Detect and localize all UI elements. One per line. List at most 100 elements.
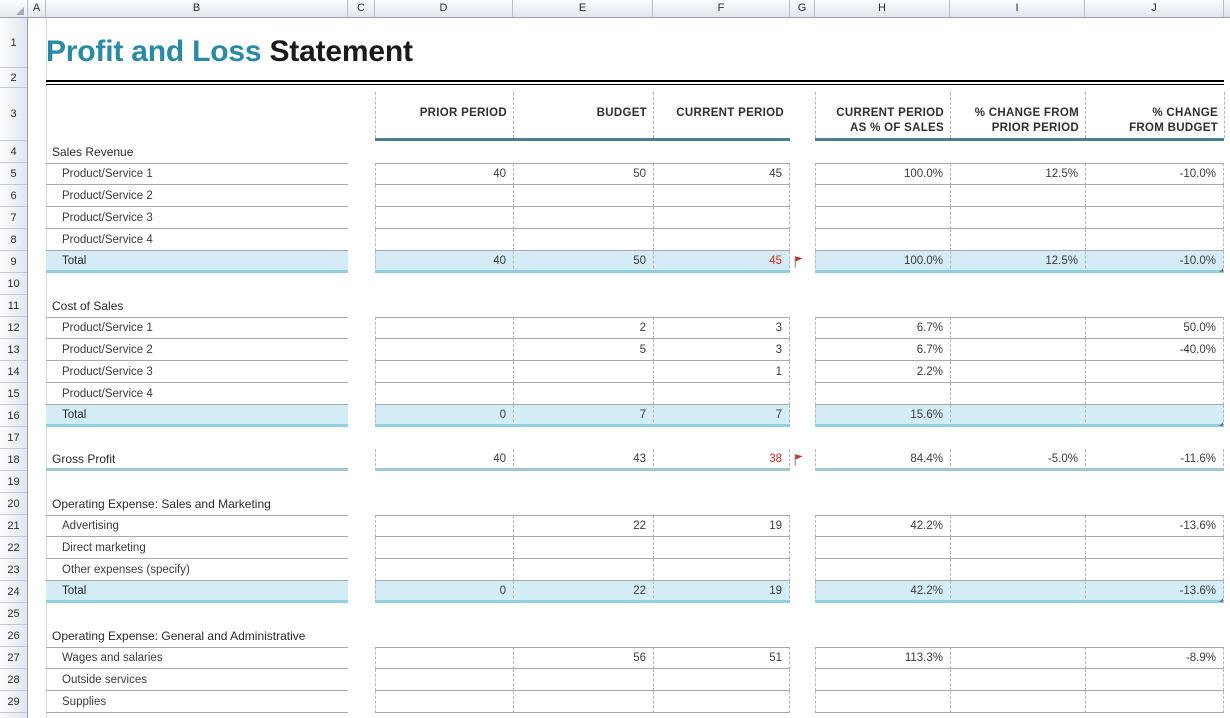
- row-header-14[interactable]: 14: [0, 361, 27, 383]
- total-prior-0[interactable]: 40: [375, 251, 513, 273]
- row-header-15[interactable]: 15: [0, 383, 27, 405]
- cell-chg_budget-2-1[interactable]: [1085, 537, 1224, 559]
- total-pct_sales-1[interactable]: 15.6%: [815, 405, 950, 427]
- row-header-11[interactable]: 11: [0, 295, 27, 317]
- cell-budget-1-3[interactable]: [513, 383, 653, 405]
- row-header-29[interactable]: 29: [0, 691, 27, 713]
- cell-prior-2-0[interactable]: [375, 515, 513, 537]
- cell-chg_prior-1-2[interactable]: [950, 361, 1085, 383]
- cell-budget-0-2[interactable]: [513, 207, 653, 229]
- cell-chg_budget-3-2[interactable]: [1085, 691, 1224, 713]
- cell-prior-1-3[interactable]: [375, 383, 513, 405]
- cell-chg_prior-0-2[interactable]: [950, 207, 1085, 229]
- cell-chg_prior-0-3[interactable]: [950, 229, 1085, 251]
- total-prior-1[interactable]: 0: [375, 405, 513, 427]
- cell-current-0-1[interactable]: [653, 185, 790, 207]
- total-label-0[interactable]: Total: [46, 251, 348, 273]
- cell-current-2-1[interactable]: [653, 537, 790, 559]
- cell-pct_sales-1-0[interactable]: 6.7%: [815, 317, 950, 339]
- cell-budget-2-1[interactable]: [513, 537, 653, 559]
- cell-chg_prior-3-0[interactable]: [950, 647, 1085, 669]
- cell-prior-3-0[interactable]: [375, 647, 513, 669]
- cell-current-1-0[interactable]: 3: [653, 317, 790, 339]
- row-header-17[interactable]: 17: [0, 427, 27, 449]
- cell-chg_budget-2-2[interactable]: [1085, 559, 1224, 581]
- cell-pct_sales-1-1[interactable]: 6.7%: [815, 339, 950, 361]
- row-header-4[interactable]: 4: [0, 141, 27, 163]
- row-header-3[interactable]: 3: [0, 88, 27, 141]
- total-label-2[interactable]: Total: [46, 581, 348, 603]
- cell-prior-1-1[interactable]: [375, 339, 513, 361]
- row-label-3-2[interactable]: Supplies: [46, 691, 348, 713]
- row-header-23[interactable]: 23: [0, 559, 27, 581]
- cell-budget-0-0[interactable]: 50: [513, 163, 653, 185]
- cell-current-1-1[interactable]: 3: [653, 339, 790, 361]
- cell-chg_budget-1-3[interactable]: [1085, 383, 1224, 405]
- cell-chg_budget-0-0[interactable]: -10.0%: [1085, 163, 1224, 185]
- cell-budget-3-0[interactable]: 56: [513, 647, 653, 669]
- row-label-1-0[interactable]: Product/Service 1: [46, 317, 348, 339]
- row-label-1-2[interactable]: Product/Service 3: [46, 361, 348, 383]
- total-chg_prior-1[interactable]: [950, 405, 1085, 427]
- row-header-22[interactable]: 22: [0, 537, 27, 559]
- cell-chg_budget-2-0[interactable]: -13.6%: [1085, 515, 1224, 537]
- cell-chg_prior-1-0[interactable]: [950, 317, 1085, 339]
- cell-chg_budget-3-0[interactable]: -8.9%: [1085, 647, 1224, 669]
- cell-chg_prior-1-3[interactable]: [950, 383, 1085, 405]
- cell-prior-0-2[interactable]: [375, 207, 513, 229]
- cell-chg_budget-0-3[interactable]: [1085, 229, 1224, 251]
- cell-budget-3-1[interactable]: [513, 669, 653, 691]
- cell-pct_sales-0-1[interactable]: [815, 185, 950, 207]
- total-current-0[interactable]: 45: [653, 251, 790, 273]
- gross-profit-current[interactable]: 38: [653, 449, 790, 471]
- column-header-c[interactable]: C: [348, 0, 375, 17]
- total-chg_prior-0[interactable]: 12.5%: [950, 251, 1085, 273]
- cell-pct_sales-0-0[interactable]: 100.0%: [815, 163, 950, 185]
- row-label-2-1[interactable]: Direct marketing: [46, 537, 348, 559]
- cell-prior-0-3[interactable]: [375, 229, 513, 251]
- gross-profit-pct_sales[interactable]: 84.4%: [815, 449, 950, 471]
- cell-chg_prior-3-1[interactable]: [950, 669, 1085, 691]
- cell-current-2-0[interactable]: 19: [653, 515, 790, 537]
- row-header-13[interactable]: 13: [0, 339, 27, 361]
- row-header-21[interactable]: 21: [0, 515, 27, 537]
- cell-prior-0-1[interactable]: [375, 185, 513, 207]
- cell-chg_budget-1-0[interactable]: 50.0%: [1085, 317, 1224, 339]
- cell-current-3-1[interactable]: [653, 669, 790, 691]
- cell-prior-2-1[interactable]: [375, 537, 513, 559]
- cell-prior-3-2[interactable]: [375, 691, 513, 713]
- cell-pct_sales-3-2[interactable]: [815, 691, 950, 713]
- cell-chg_budget-1-2[interactable]: [1085, 361, 1224, 383]
- cell-pct_sales-0-3[interactable]: [815, 229, 950, 251]
- total-chg_prior-2[interactable]: [950, 581, 1085, 603]
- column-header-e[interactable]: E: [513, 0, 653, 17]
- cell-current-3-0[interactable]: 51: [653, 647, 790, 669]
- row-header-7[interactable]: 7: [0, 207, 27, 229]
- cell-pct_sales-0-2[interactable]: [815, 207, 950, 229]
- row-header-2[interactable]: 2: [0, 68, 27, 88]
- column-header-d[interactable]: D: [375, 0, 513, 17]
- comment-flag-0[interactable]: [792, 255, 806, 269]
- cell-current-1-2[interactable]: 1: [653, 361, 790, 383]
- cell-chg_budget-3-1[interactable]: [1085, 669, 1224, 691]
- total-budget-0[interactable]: 50: [513, 251, 653, 273]
- cell-prior-1-2[interactable]: [375, 361, 513, 383]
- row-header-28[interactable]: 28: [0, 669, 27, 691]
- select-all-button[interactable]: [0, 0, 28, 17]
- total-chg_budget-1[interactable]: [1085, 405, 1224, 427]
- cell-current-2-2[interactable]: [653, 559, 790, 581]
- cell-current-3-2[interactable]: [653, 691, 790, 713]
- gross-profit-chg_budget[interactable]: -11.6%: [1085, 449, 1224, 471]
- total-budget-2[interactable]: 22: [513, 581, 653, 603]
- total-prior-2[interactable]: 0: [375, 581, 513, 603]
- row-header-10[interactable]: 10: [0, 273, 27, 295]
- row-header-19[interactable]: 19: [0, 471, 27, 493]
- cell-current-0-2[interactable]: [653, 207, 790, 229]
- total-budget-1[interactable]: 7: [513, 405, 653, 427]
- row-header-9[interactable]: 9: [0, 251, 27, 273]
- row-header-12[interactable]: 12: [0, 317, 27, 339]
- cell-budget-2-2[interactable]: [513, 559, 653, 581]
- cell-budget-0-3[interactable]: [513, 229, 653, 251]
- cell-budget-1-1[interactable]: 5: [513, 339, 653, 361]
- cell-prior-1-0[interactable]: [375, 317, 513, 339]
